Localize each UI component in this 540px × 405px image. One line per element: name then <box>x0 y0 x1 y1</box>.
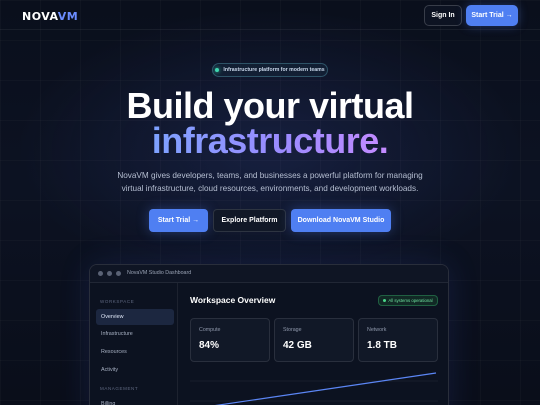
status-ok-icon <box>383 299 387 302</box>
hero-headline-gradient: infrastructure. <box>151 120 389 161</box>
sidebar-section-management: MANAGEMENT <box>100 386 139 391</box>
sidebar-item-infrastructure[interactable]: Infrastructure <box>96 326 174 342</box>
stat-label: Network <box>367 327 387 333</box>
stat-value: 42 GB <box>283 340 312 351</box>
start-trial-nav-button[interactable]: Start Trial → <box>466 5 518 26</box>
download-studio-button[interactable]: Download NovaVM Studio <box>291 209 391 232</box>
stat-label: Compute <box>199 327 221 333</box>
chart-grid <box>190 380 438 402</box>
hero-headline-line2: infrastructure. <box>0 122 540 160</box>
stat-value: 84% <box>199 340 220 351</box>
logo-prefix: NOVA <box>22 10 58 23</box>
explore-platform-button[interactable]: Explore Platform <box>213 209 286 232</box>
hero-subtitle-line1: NovaVM gives developers, teams, and busi… <box>117 171 423 180</box>
dashboard-preview: NovaVM Studio Dashboard WORKSPACE Overvi… <box>89 264 449 405</box>
window-title: NovaVM Studio Dashboard <box>127 270 192 276</box>
top-nav: NOVAVM Sign In Start Trial → <box>0 0 540 30</box>
window-dot-icon <box>116 271 121 276</box>
hero-badge: Infrastructure platform for modern teams <box>212 63 328 77</box>
sidebar-item-resources[interactable]: Resources <box>96 344 174 360</box>
dashboard-main: Workspace Overview All systems operation… <box>178 283 448 405</box>
stat-card-compute: Compute 84% <box>190 318 270 362</box>
status-dot-icon <box>215 68 220 72</box>
sidebar-item-overview[interactable]: Overview <box>96 309 174 325</box>
sidebar-item-activity[interactable]: Activity <box>96 362 174 378</box>
stat-card-storage: Storage 42 GB <box>274 318 354 362</box>
hero-badge-text: Infrastructure platform for modern teams <box>223 67 325 73</box>
sidebar-item-billing[interactable]: Billing <box>96 396 174 405</box>
start-trial-button[interactable]: Start Trial → <box>149 209 208 232</box>
window-titlebar: NovaVM Studio Dashboard <box>90 265 448 283</box>
workspace-overview-title: Workspace Overview <box>190 295 276 305</box>
stat-label: Storage <box>283 327 302 333</box>
logo-suffix: VM <box>57 10 79 23</box>
status-text: All systems operational <box>388 298 433 303</box>
window-dot-icon <box>98 271 103 276</box>
stat-value: 1.8 TB <box>367 340 398 351</box>
status-badge: All systems operational <box>378 295 438 306</box>
stat-card-network: Network 1.8 TB <box>358 318 438 362</box>
window-dot-icon <box>107 271 112 276</box>
hero-subtitle-line2: virtual infrastructure, cloud resources,… <box>121 184 419 193</box>
trend-line <box>215 372 437 405</box>
sidebar-section-workspace: WORKSPACE <box>100 299 135 304</box>
sign-in-button[interactable]: Sign In <box>424 5 462 26</box>
brand-logo[interactable]: NOVAVM <box>22 10 78 23</box>
usage-trend-chart <box>190 372 438 405</box>
dashboard-sidebar: WORKSPACE Overview Infrastructure Resour… <box>90 283 178 405</box>
